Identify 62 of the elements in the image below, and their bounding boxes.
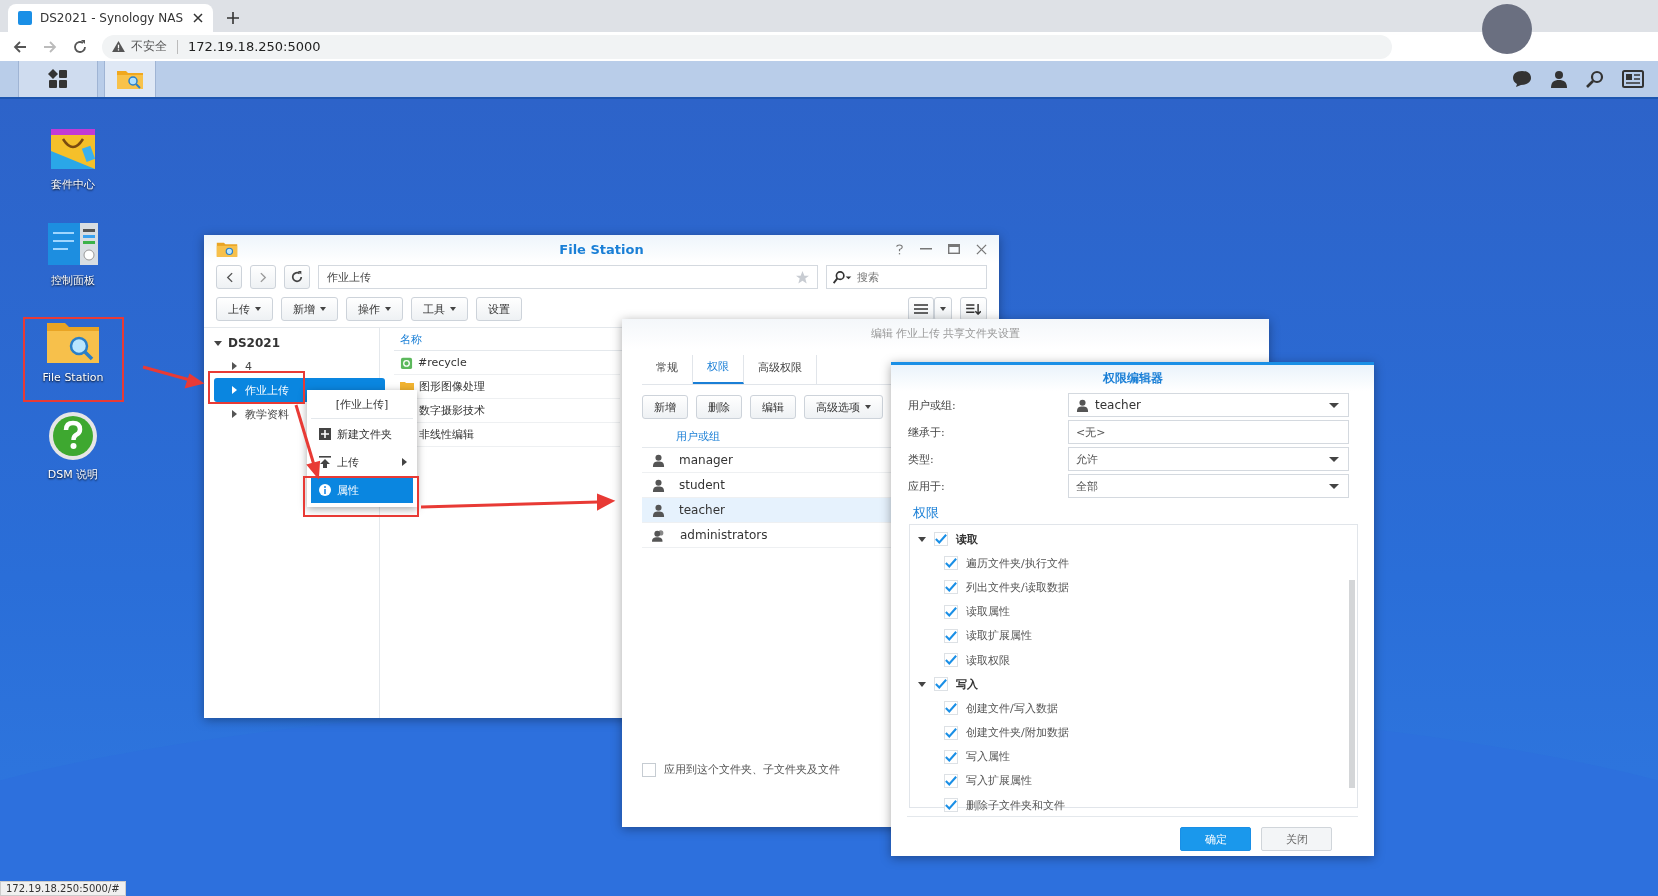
status-url: 172.19.18.250:5000/# (0, 881, 126, 896)
checkbox-label: 列出文件夹/读取数据 (966, 579, 1069, 595)
toolbar-button[interactable]: 删除 (696, 395, 742, 419)
checkbox-label: 应用到这个文件夹、子文件夹及文件 (664, 762, 840, 777)
browser-tab[interactable]: DS2021 - Synology NAS (8, 4, 213, 32)
field-label: 继承于: (908, 424, 946, 440)
desktop-shortcut[interactable]: File Station (18, 297, 128, 384)
tab[interactable]: 权限 (693, 355, 744, 384)
shortcut-label: File Station (42, 371, 104, 384)
file-row[interactable]: #recycle (394, 351, 620, 375)
toolbar-button[interactable]: 新增 (642, 395, 688, 419)
checkbox-label: 写入 (956, 676, 978, 692)
desktop-shortcut[interactable]: 套件中心 (18, 99, 128, 192)
field-label: 类型: (908, 451, 935, 467)
checkbox-label: 创建文件/写入数据 (966, 700, 1058, 716)
path-field[interactable]: 作业上传 (318, 265, 818, 289)
toolbar-button[interactable]: 新增 (281, 297, 338, 321)
checkbox-label: 写入属性 (966, 749, 1010, 765)
checkbox-label: 读取权限 (966, 652, 1010, 668)
column-header[interactable]: 名称 (394, 331, 422, 347)
checkbox-label: 读取扩展属性 (966, 628, 1032, 644)
checkbox-label: 读取 (956, 531, 978, 547)
menu-item[interactable]: 上传 (311, 449, 413, 475)
shortcut-label: 套件中心 (51, 177, 95, 192)
window-title: 编辑 作业上传 共享文件夹设置 (622, 319, 1269, 349)
tree-root[interactable]: DS2021 (214, 332, 379, 354)
tree-item[interactable]: 4 (214, 354, 385, 378)
checkbox-label: 遍历文件夹/执行文件 (966, 555, 1069, 571)
tab[interactable]: 高级权限 (744, 355, 817, 384)
search-field[interactable]: 搜索 (826, 265, 987, 289)
toolbar-button[interactable]: 上传 (216, 297, 273, 321)
shortcut-label: DSM 说明 (47, 467, 99, 482)
checkbox-label: 读取属性 (966, 604, 1010, 620)
dropdown-field[interactable]: 允许 (1068, 447, 1349, 471)
toolbar-button[interactable]: 工具 (411, 297, 468, 321)
dropdown-field[interactable]: 全部 (1068, 474, 1349, 498)
security-label: 不安全 (131, 38, 167, 55)
toolbar-button[interactable]: 设置 (476, 297, 522, 321)
text-field[interactable]: <无> (1068, 420, 1349, 444)
field-label: 应用于: (908, 478, 946, 494)
toolbar-button[interactable]: 高级选项 (804, 395, 883, 419)
menu-item[interactable]: 属性 (311, 477, 413, 503)
toolbar-button[interactable]: 操作 (346, 297, 403, 321)
checkbox-label: 创建文件夹/附加数据 (966, 725, 1069, 741)
window-title: 权限编辑器 (891, 365, 1374, 391)
section-title: 权限 (912, 504, 940, 522)
desktop-shortcut[interactable]: 控制面板 (18, 199, 128, 288)
menu-header: [作业上传] (311, 392, 413, 419)
toolbar-button[interactable]: 编辑 (750, 395, 796, 419)
address-field[interactable]: 不安全 172.19.18.250:5000 (102, 34, 1392, 59)
dropdown-field[interactable]: teacher (1068, 393, 1349, 417)
close-button[interactable]: 关闭 (1261, 827, 1332, 851)
checkbox-label: 写入扩展属性 (966, 773, 1032, 789)
window-title: File Station (559, 241, 644, 257)
tab[interactable]: 常规 (642, 355, 693, 384)
desktop-shortcut[interactable]: DSM 说明 (18, 389, 128, 482)
field-label: 用户或组: (908, 397, 957, 413)
column-header[interactable]: 用户或组 (670, 428, 720, 444)
checkbox-label: 删除子文件夹和文件 (966, 797, 1065, 813)
shortcut-label: 控制面板 (51, 273, 95, 288)
tab-title: DS2021 - Synology NAS (40, 11, 185, 25)
url-text: 172.19.18.250:5000 (188, 39, 321, 54)
